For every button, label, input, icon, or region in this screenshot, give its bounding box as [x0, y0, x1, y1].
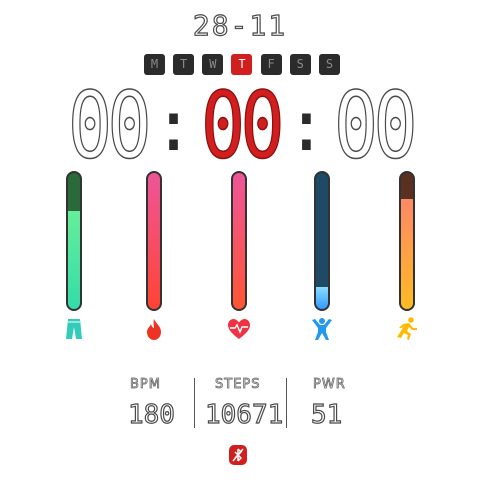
hours-digits: 00: [67, 72, 152, 179]
heart-pulse-icon: [228, 319, 250, 339]
phone-disconnected-icon: [229, 445, 247, 465]
steps-label: STEPS: [215, 377, 261, 393]
running-progress-bar: [399, 171, 415, 311]
steps-value: 10671: [204, 399, 284, 430]
stats-divider: [194, 378, 195, 428]
person-arms-up-icon: [312, 318, 332, 340]
time-separator: :: [152, 85, 195, 167]
weekday-sat: S: [289, 54, 311, 75]
seconds-digits: 00: [333, 72, 418, 179]
bpm-label: BPM: [130, 377, 161, 393]
distance-progress-bar: [66, 171, 82, 311]
heart-rate-progress-bar: [231, 171, 247, 311]
runner-icon: [397, 317, 417, 340]
activity-progress-bar: [314, 171, 330, 311]
weekday-mon: M: [144, 54, 165, 75]
calories-progress-bar: [146, 171, 162, 311]
bpm-value: 180: [127, 399, 175, 430]
flame-icon: [147, 319, 161, 340]
date-display: 28-11: [192, 8, 288, 42]
weekday-tue: T: [173, 54, 195, 75]
stats-divider: [286, 378, 287, 428]
pwr-value: 51: [310, 399, 343, 430]
pants-icon: [66, 319, 82, 339]
minutes-digits: 00: [200, 72, 285, 179]
pwr-label: PWR: [313, 377, 346, 393]
time-display: 00 : 00 : 00: [0, 72, 480, 179]
time-separator: :: [285, 85, 328, 167]
